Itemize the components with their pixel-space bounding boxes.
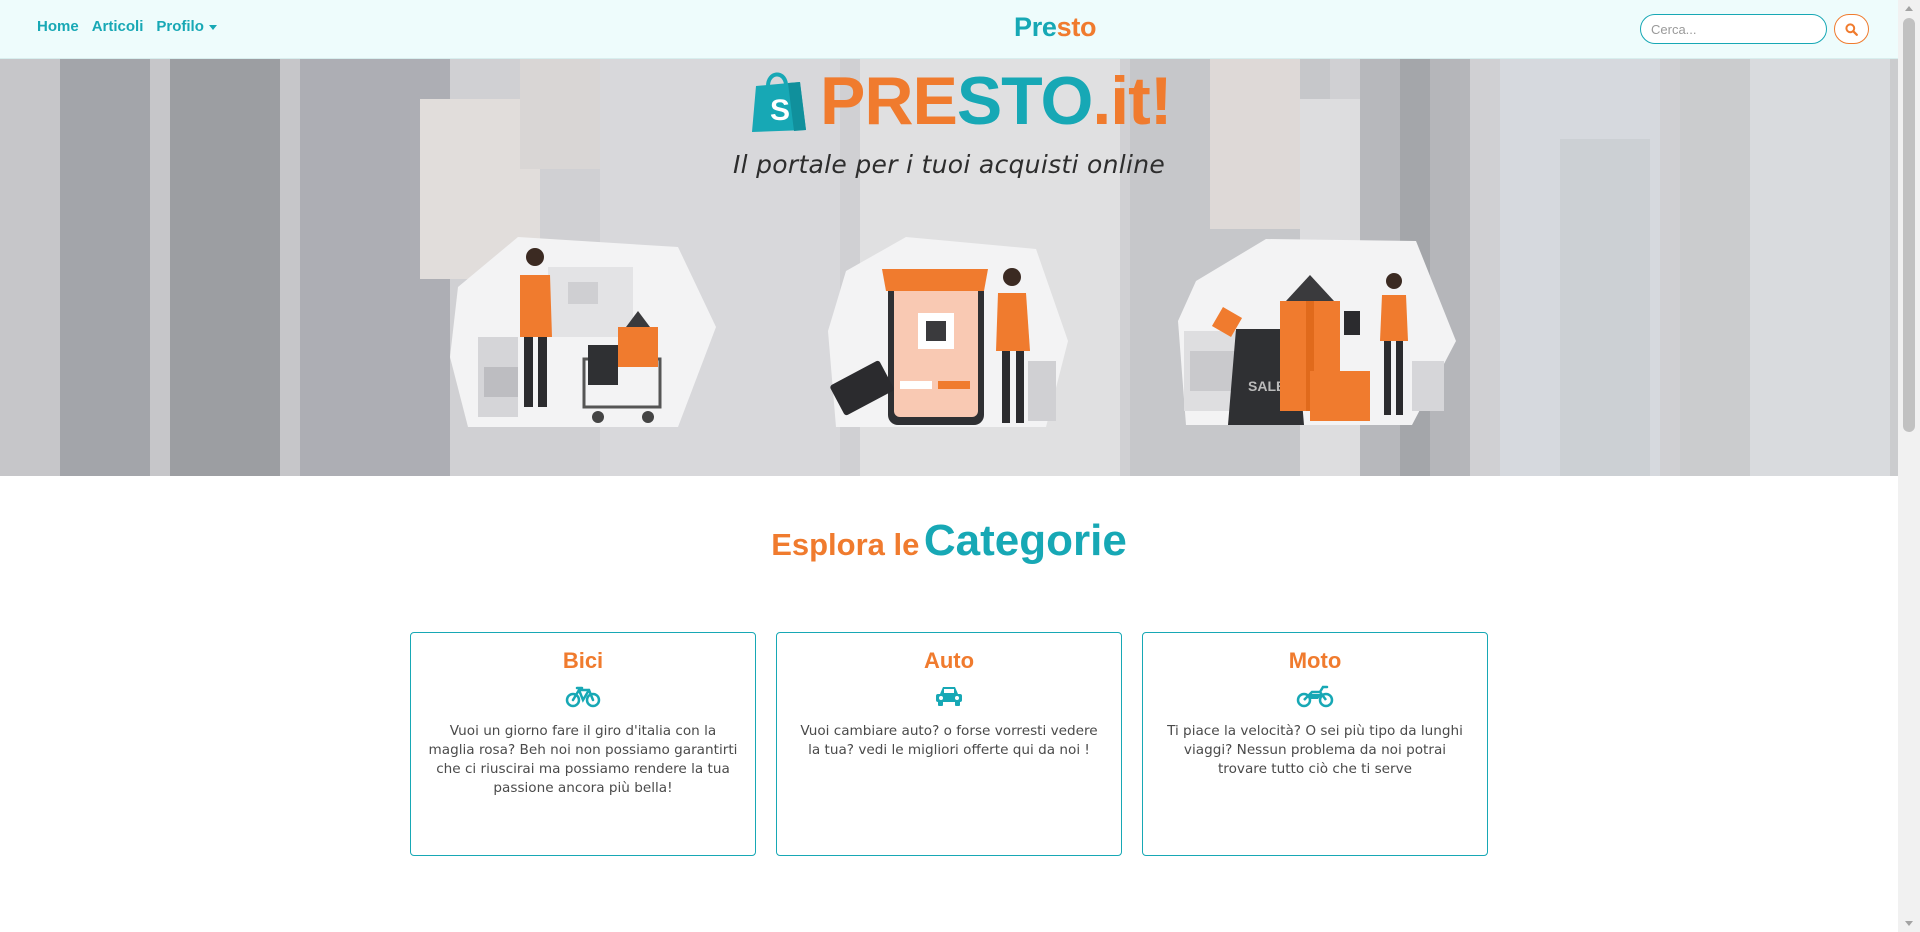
scroll-up-arrow-icon[interactable]: [1905, 6, 1913, 11]
category-card-title: Moto: [1288, 648, 1342, 673]
hero-banner: S PRESTO.it! Il portale per i tuoi acqui…: [0, 59, 1898, 476]
logo-part-1: PRE: [820, 63, 958, 139]
hero-logo-text: PRESTO.it!: [820, 67, 1172, 135]
nav-articoli-link[interactable]: Articoli: [92, 18, 144, 35]
svg-text:SALE: SALE: [1248, 378, 1285, 394]
category-card-title: Auto: [923, 648, 975, 673]
page: Home Articoli Profilo Presto Cerca... S …: [0, 0, 1898, 932]
category-card-text: Vuoi un giorno fare il giro d'italia con…: [428, 723, 738, 796]
gifts-sale-illustration: SALE: [1178, 239, 1456, 425]
brand-part-1: Pre: [1014, 12, 1057, 42]
category-card-auto[interactable]: Auto Vuoi cambiare auto? o forse vorrest…: [776, 632, 1122, 856]
logo-part-2: STO: [956, 63, 1094, 139]
nav-links: Home Articoli Profilo: [37, 18, 217, 35]
categories-heading-small: Esplora le: [771, 527, 920, 562]
brand-part-2: sto: [1056, 12, 1097, 42]
car-icon: [936, 687, 962, 706]
category-card-bici[interactable]: Bici Vuoi un giorno fare il giro d'itali…: [410, 632, 756, 856]
search-icon: [1845, 22, 1858, 36]
caret-down-icon: [208, 24, 217, 30]
mobile-shop-illustration: [828, 237, 1068, 427]
nav-home-link[interactable]: Home: [37, 18, 79, 35]
bicycle-icon: [565, 686, 601, 708]
svg-text:S: S: [770, 94, 790, 127]
search-input[interactable]: [1640, 14, 1827, 44]
categories-heading-big: Categorie: [923, 516, 1127, 565]
navbar: Home Articoli Profilo Presto: [0, 0, 1898, 59]
hero-logo: S PRESTO.it!: [748, 67, 1172, 135]
search-button[interactable]: [1834, 14, 1869, 44]
category-card-title: Bici: [562, 648, 604, 673]
hero-subtitle: Il portale per i tuoi acquisti online: [732, 150, 1166, 179]
page-scrollbar[interactable]: [1898, 0, 1920, 932]
shopping-cart-illustration: [450, 237, 716, 427]
nav-profilo-dropdown[interactable]: Profilo: [156, 18, 217, 35]
category-card-moto[interactable]: Moto Ti piace la velocità? O sei più tip…: [1142, 632, 1488, 856]
scroll-down-arrow-icon[interactable]: [1905, 921, 1913, 926]
scrollbar-thumb[interactable]: [1903, 18, 1915, 432]
logo-part-3: .it!: [1092, 63, 1172, 139]
category-card-text: Vuoi cambiare auto? o forse vorresti ved…: [800, 723, 1098, 758]
nav-profilo-label: Profilo: [156, 18, 204, 35]
categories-heading: Esplora le Categorie: [0, 516, 1898, 566]
brand-logo[interactable]: Presto: [1014, 12, 1097, 43]
category-card-text: Ti piace la velocità? O sei più tipo da …: [1167, 723, 1463, 777]
motorcycle-icon: [1296, 685, 1334, 708]
shopping-bag-icon: S: [752, 72, 806, 132]
